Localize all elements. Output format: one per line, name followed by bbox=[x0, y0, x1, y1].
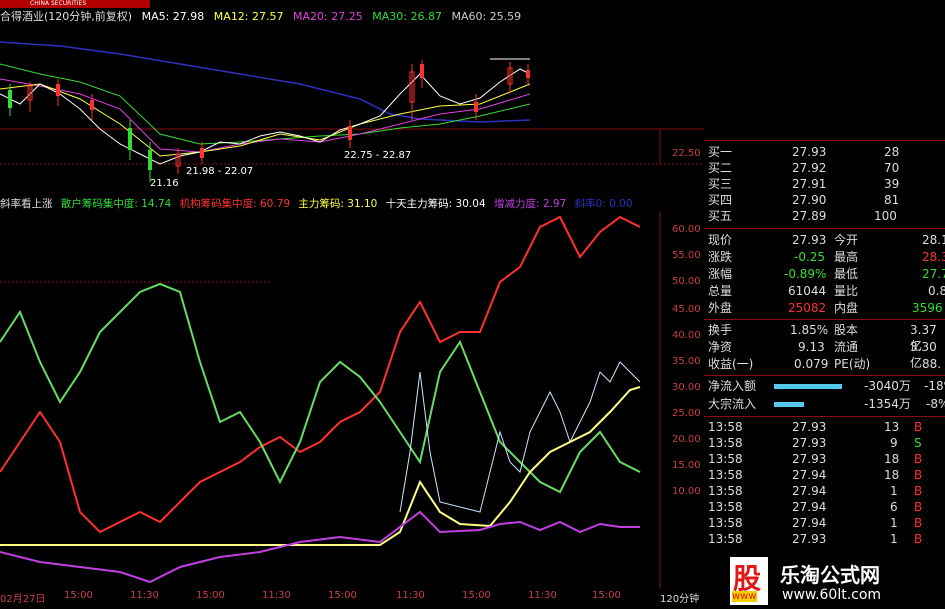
stat-row: 现价 27.93 今开 28.1 bbox=[708, 233, 945, 247]
tick-row: 13:58 27.94 1B bbox=[708, 484, 923, 498]
watermark-url: www.60lt.com bbox=[782, 587, 882, 603]
tick-row: 13:58 27.93 1B bbox=[708, 532, 923, 546]
watermark-title: 乐淘公式网 bbox=[780, 563, 880, 587]
tick-row: 13:58 27.94 6B bbox=[708, 500, 923, 514]
watermark-logo: 股 www bbox=[730, 557, 768, 605]
annot-range1: 21.98 - 22.07 bbox=[186, 166, 254, 177]
tick-row: 13:58 27.93 9S bbox=[708, 436, 922, 450]
ma5-line bbox=[0, 68, 531, 165]
bid-row[interactable]: 买五 27.89 100 bbox=[704, 208, 945, 224]
bid-row[interactable]: 买三 27.91 39 bbox=[704, 176, 945, 192]
kline-chart[interactable] bbox=[0, 24, 704, 194]
flow-bar bbox=[774, 384, 842, 389]
indicator-chart[interactable] bbox=[0, 212, 704, 588]
stat-row: 涨幅 -0.89% 最低 27.7 bbox=[708, 267, 945, 281]
ten-value: 十天主力筹码: 30.04 bbox=[385, 198, 486, 210]
flow-row: 大宗流入 -1354万-8% bbox=[708, 397, 945, 411]
indicator-name[interactable]: 斜率看上涨 bbox=[0, 198, 53, 210]
ma20-value: MA20: 27.25 bbox=[293, 10, 363, 23]
ma5-value: MA5: 27.98 bbox=[141, 10, 205, 23]
quote-panel: 买一 27.93 28 买二 27.92 70 买三 27.91 39 买四 2… bbox=[704, 140, 945, 609]
ma30-line bbox=[0, 63, 531, 145]
ma20-line bbox=[0, 78, 531, 153]
kline-header: 合得酒业(120分钟,前复权) MA5: 27.98 MA12: 27.57 M… bbox=[0, 8, 527, 23]
broker-logo: CHINA SECURITIES bbox=[0, 0, 150, 8]
tick-row: 13:58 27.93 18 B bbox=[708, 452, 923, 466]
flow-row: 净流入额 -3040万-18% bbox=[708, 379, 945, 393]
main-line bbox=[0, 386, 641, 546]
stat-row: 外盘 25082 内盘 3596 bbox=[708, 301, 943, 315]
annot-low: 21.16 bbox=[150, 178, 179, 189]
tick-row: 13:58 27.94 18 B bbox=[708, 468, 923, 482]
bid-row[interactable]: 买二 27.92 70 bbox=[704, 160, 945, 176]
stat-row: 总量 61044 量比 0.8 bbox=[708, 284, 945, 298]
site-watermark: 股 www 乐淘公式网 www.60lt.com bbox=[730, 555, 945, 609]
retail-value: 散户筹码集中度: 14.74 bbox=[60, 198, 172, 210]
delta-line bbox=[0, 510, 640, 584]
ma60-value: MA60: 25.59 bbox=[451, 10, 522, 23]
main-value: 主力筹码: 31.10 bbox=[298, 198, 378, 210]
stat-row: 净资 9.13 流通 3.30亿 bbox=[708, 340, 937, 370]
annot-range2: 22.75 - 22.87 bbox=[344, 150, 412, 161]
inst-value: 机构筹码集中度: 60.79 bbox=[179, 198, 291, 210]
delta-value: 增减力度: 2.97 bbox=[493, 198, 567, 210]
tick-row: 13:58 27.94 1B bbox=[708, 516, 923, 530]
ma12-value: MA12: 27.57 bbox=[213, 10, 284, 23]
stat-row: 换手 1.85% 股本 3.37亿 bbox=[708, 323, 937, 353]
bid-row[interactable]: 买一 27.93 28 bbox=[704, 144, 945, 160]
ma30-value: MA30: 26.87 bbox=[372, 10, 442, 23]
extra-value: 斜率0: 0.00 bbox=[574, 198, 633, 210]
stat-row: 涨跌 -0.25 最高 28.3 bbox=[708, 250, 945, 264]
retail-line bbox=[0, 282, 641, 494]
flow-bar bbox=[774, 402, 804, 407]
kline-axis-price: 22.50 bbox=[672, 148, 701, 159]
stat-row: 收益(一) 0.079 PE(动) 88. bbox=[708, 357, 942, 371]
bid-row[interactable]: 买四 27.90 81 bbox=[704, 192, 945, 208]
indicator-header: 斜率看上涨 散户筹码集中度: 14.74 机构筹码集中度: 60.79 主力筹码… bbox=[0, 196, 638, 210]
time-axis: 02月27日 15:00 11:30 15:00 11:30 15:00 11:… bbox=[0, 590, 700, 605]
tick-row: 13:58 27.93 13 B bbox=[708, 420, 923, 434]
stock-title[interactable]: 合得酒业(120分钟,前复权) bbox=[0, 10, 132, 23]
